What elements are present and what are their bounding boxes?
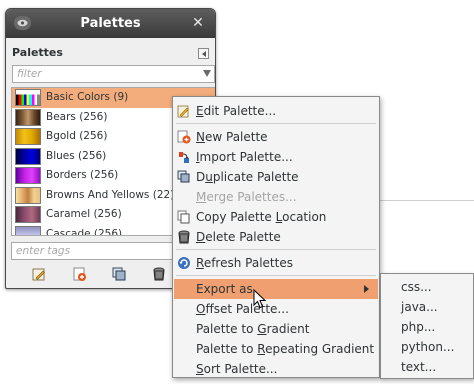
menu-item-export-as[interactable]: Export as (174, 279, 378, 299)
submenu-item-python[interactable]: python... (401, 340, 454, 354)
copy-icon (177, 210, 191, 224)
palette-name: Bears (256) (46, 110, 108, 123)
delete-icon (177, 230, 191, 244)
menu-item-palette-to-gradient[interactable]: Palette to Gradient (174, 319, 378, 339)
menu-item-label: Copy Palette Location (196, 210, 327, 224)
palette-swatch (15, 108, 41, 126)
refresh-icon (177, 256, 191, 270)
palette-name: Blues (256) (46, 149, 107, 162)
delete-palette-icon[interactable] (151, 266, 167, 282)
menu-item-refresh-palettes[interactable]: Refresh Palettes (174, 253, 378, 273)
edit-icon (177, 104, 191, 118)
submenu-item-php[interactable]: php... (401, 320, 435, 334)
palette-name: Cascade (256) (46, 227, 123, 236)
menu-separator (176, 123, 376, 124)
import-icon (177, 150, 191, 164)
menu-item-label: Palette to Repeating Gradient (196, 342, 375, 356)
menu-item-new-palette[interactable]: New Palette (174, 127, 378, 147)
menu-item-sort-palette[interactable]: Sort Palette... (174, 359, 378, 379)
palette-swatch (15, 147, 41, 165)
window-title: Palettes (80, 16, 141, 31)
menu-item-merge-palettes: Merge Palettes... (174, 187, 378, 207)
submenu-item-css[interactable]: css... (401, 280, 432, 294)
tab-menu-icon[interactable] (198, 48, 209, 59)
palette-swatch (15, 167, 41, 184)
menu-item-label: Offset Palette... (196, 302, 289, 316)
submenu-item-text[interactable]: text... (401, 360, 436, 374)
menu-item-duplicate-palette[interactable]: Duplicate Palette (174, 167, 378, 187)
palette-swatch (15, 186, 41, 204)
palette-swatch (15, 128, 41, 145)
mouse-pointer-icon (253, 289, 267, 309)
menu-separator (176, 275, 376, 276)
menu-item-label: Palette to Gradient (196, 322, 310, 336)
palette-name: Bgold (256) (46, 130, 108, 142)
background-divider (378, 200, 474, 201)
export-submenu: css... java... php... python... text... (380, 273, 474, 379)
menu-item-label: Import Palette... (196, 150, 293, 164)
menu-item-copy-palette-location[interactable]: Copy Palette Location (174, 207, 378, 227)
duplicate-palette-icon[interactable] (111, 266, 127, 282)
menu-item-delete-palette[interactable]: Delete Palette (174, 227, 378, 247)
menu-item-import-palette[interactable]: Import Palette... (174, 147, 378, 167)
menu-item-label: Export as (196, 282, 253, 296)
close-icon[interactable]: ✕ (190, 15, 206, 31)
chevron-down-icon[interactable] (203, 70, 211, 77)
menu-item-edit-palette[interactable]: Edit Palette... (174, 101, 378, 121)
duplicate-icon (177, 170, 191, 184)
menu-item-offset-palette[interactable]: Offset Palette... (174, 299, 378, 319)
palette-swatch (15, 206, 41, 223)
submenu-item-java[interactable]: java... (401, 300, 438, 314)
menu-item-label: Merge Palettes... (196, 190, 297, 204)
palette-name: Basic Colors (9) (46, 91, 129, 103)
submenu-arrow-icon (364, 285, 369, 293)
context-menu: Edit Palette... New Palette Import Palet… (172, 96, 380, 378)
tags-placeholder: enter tags (16, 245, 71, 257)
menu-item-label: Delete Palette (196, 230, 281, 244)
dock-title: Palettes (12, 46, 63, 59)
dock-header: Palettes (6, 38, 215, 65)
palette-swatch (15, 225, 41, 235)
menu-separator (176, 249, 376, 250)
palette-name: Borders (256) (46, 169, 119, 181)
new-palette-icon[interactable] (71, 266, 87, 282)
palette-name: Caramel (256) (46, 208, 122, 220)
palette-name: Browns And Yellows (22) (46, 188, 175, 201)
filter-placeholder: filter (17, 68, 42, 80)
edit-palette-icon[interactable] (31, 266, 47, 282)
menu-item-label: New Palette (196, 130, 268, 144)
menu-item-palette-to-repeating-gradient[interactable]: Palette to Repeating Gradient (174, 339, 378, 359)
menu-item-label: Duplicate Palette (196, 170, 299, 184)
new-icon (177, 130, 191, 144)
menu-item-label: Sort Palette... (196, 362, 278, 376)
window-titlebar[interactable]: Palettes ✕ (6, 9, 215, 38)
menu-item-label: Edit Palette... (196, 104, 277, 118)
filter-input[interactable]: filter (12, 65, 215, 83)
menu-item-label: Refresh Palettes (196, 256, 293, 270)
palette-swatch (15, 89, 41, 106)
